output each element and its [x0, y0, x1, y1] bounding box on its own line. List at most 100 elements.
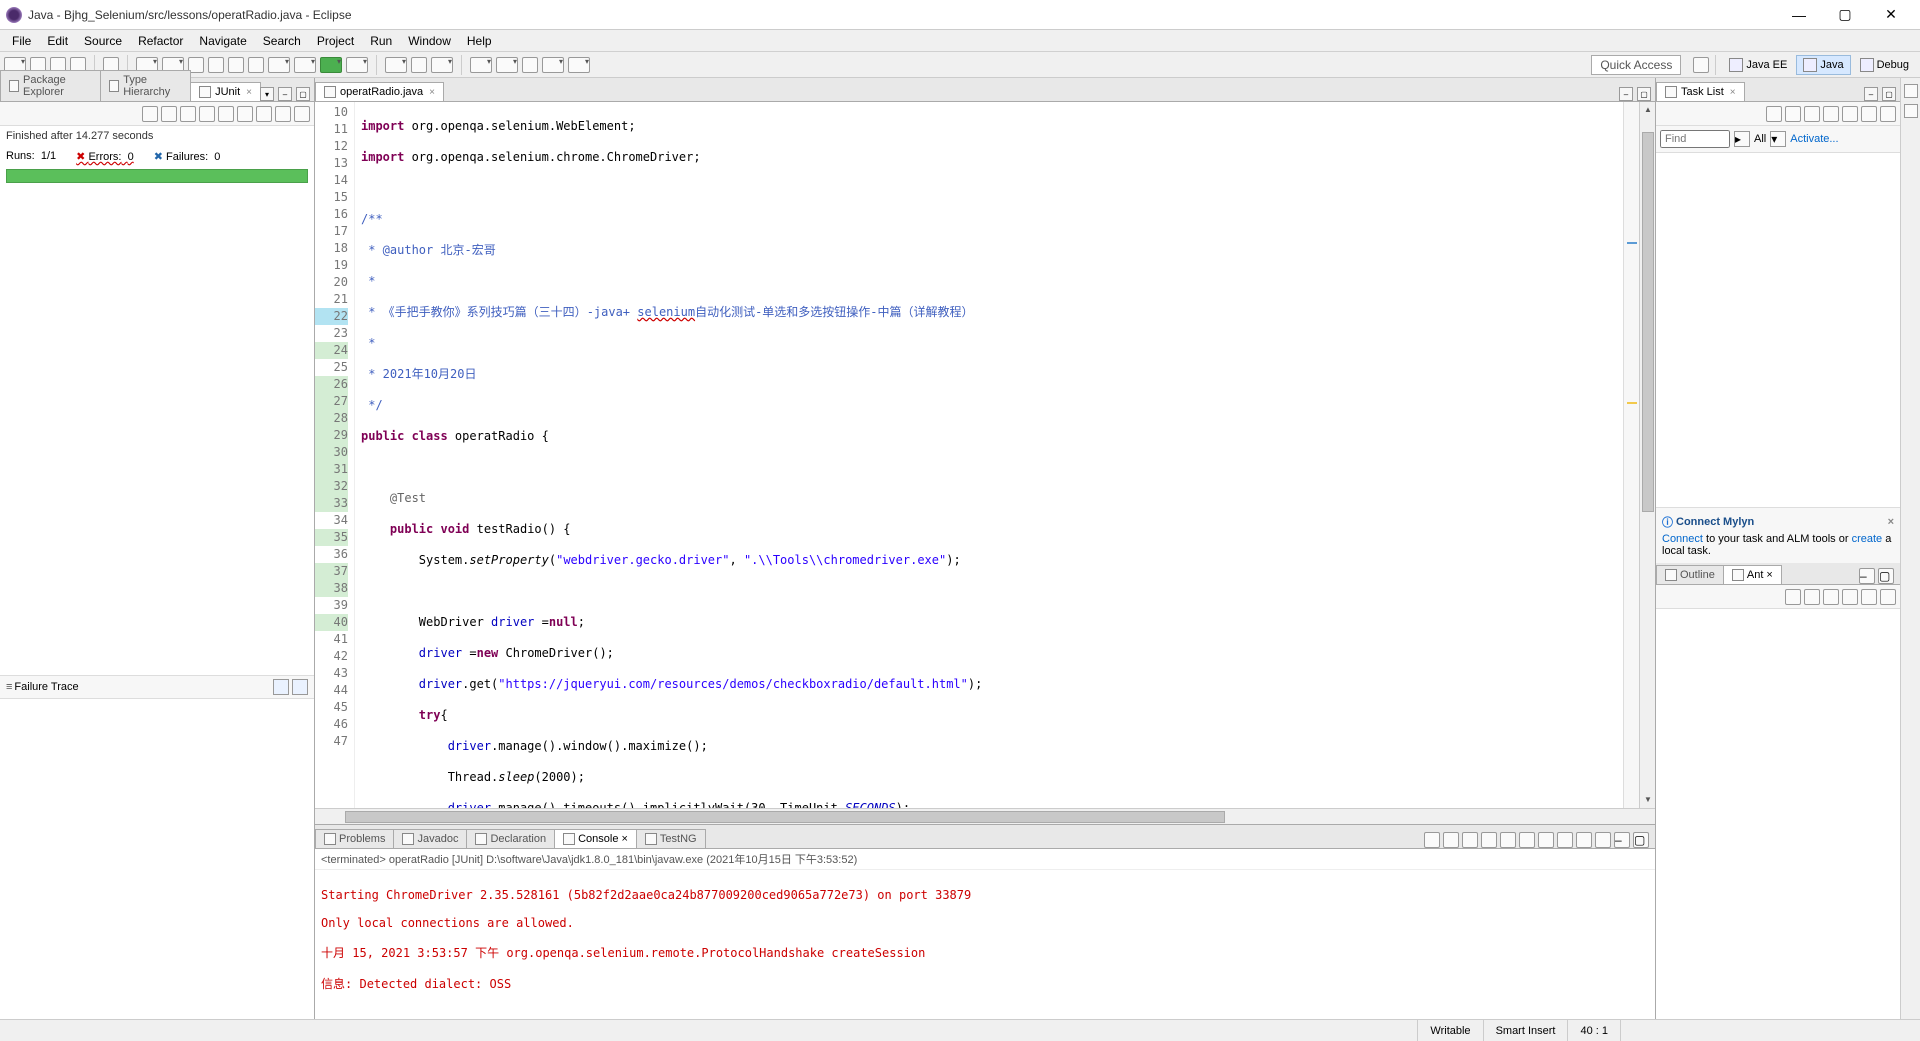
- editor-hscroll[interactable]: [315, 808, 1655, 824]
- ant-run-icon[interactable]: [1842, 589, 1858, 605]
- resume-icon[interactable]: [268, 57, 290, 73]
- filter-stack-icon[interactable]: [292, 679, 308, 695]
- forward-icon[interactable]: [568, 57, 590, 73]
- tab-tasklist[interactable]: Task List×: [1656, 82, 1745, 101]
- menu-source[interactable]: Source: [76, 32, 130, 50]
- stepinto-icon[interactable]: [228, 57, 244, 73]
- close-icon[interactable]: ×: [246, 87, 252, 98]
- task-sched-icon[interactable]: [1804, 106, 1820, 122]
- tab-outline[interactable]: Outline: [1656, 565, 1724, 584]
- annotation-prev-icon[interactable]: [470, 57, 492, 73]
- compare-icon[interactable]: [273, 679, 289, 695]
- terminate-icon[interactable]: [294, 57, 316, 73]
- console-scrolllock-icon[interactable]: [1500, 832, 1516, 848]
- close-console-icon[interactable]: ×: [621, 833, 627, 845]
- tab-package-explorer[interactable]: Package Explorer: [0, 70, 101, 101]
- console-new-icon[interactable]: [1595, 832, 1611, 848]
- ant-add-icon[interactable]: [1785, 589, 1801, 605]
- search-icon[interactable]: [431, 57, 453, 73]
- collapse-icon[interactable]: [275, 106, 291, 122]
- open-perspective-icon[interactable]: [1693, 57, 1709, 73]
- task-new-icon[interactable]: [1766, 106, 1782, 122]
- close-tab-icon[interactable]: ×: [429, 87, 435, 98]
- run-last-icon[interactable]: [346, 57, 368, 73]
- console-wordwrap-icon[interactable]: [1519, 832, 1535, 848]
- console-pin-icon[interactable]: [1538, 832, 1554, 848]
- mylyn-close-icon[interactable]: ×: [1888, 516, 1894, 528]
- perspective-debug[interactable]: Debug: [1853, 55, 1916, 75]
- layout-icon[interactable]: [294, 106, 310, 122]
- last-edit-icon[interactable]: [522, 57, 538, 73]
- close-ant-icon[interactable]: ×: [1766, 569, 1772, 581]
- tab-problems[interactable]: Problems: [315, 829, 394, 848]
- task-focus-icon[interactable]: [1823, 106, 1839, 122]
- history-icon[interactable]: [199, 106, 215, 122]
- task-collapse-icon[interactable]: [1861, 106, 1877, 122]
- find-go-icon[interactable]: ▸: [1734, 131, 1750, 147]
- console-open-icon[interactable]: [1576, 832, 1592, 848]
- console-clear-icon[interactable]: [1481, 832, 1497, 848]
- minimize-outline-icon[interactable]: –: [1859, 568, 1875, 584]
- view-menu-icon[interactable]: ▾: [260, 87, 274, 101]
- open-type-icon[interactable]: [385, 57, 407, 73]
- open-task-icon[interactable]: [411, 57, 427, 73]
- maximize-view-icon[interactable]: ▢: [296, 87, 310, 101]
- minimize-console-icon[interactable]: –: [1614, 832, 1630, 848]
- console-display-icon[interactable]: [1557, 832, 1573, 848]
- quick-access[interactable]: Quick Access: [1591, 55, 1681, 75]
- menu-project[interactable]: Project: [309, 32, 362, 50]
- close-button[interactable]: ✕: [1868, 0, 1914, 30]
- ant-removeall-icon[interactable]: [1880, 589, 1896, 605]
- stepover-icon[interactable]: [208, 57, 224, 73]
- console-removeall-icon[interactable]: [1462, 832, 1478, 848]
- maximize-console-icon[interactable]: ▢: [1633, 832, 1649, 848]
- ant-hide-icon[interactable]: [1823, 589, 1839, 605]
- annotation-next-icon[interactable]: [496, 57, 518, 73]
- run-icon[interactable]: [320, 57, 342, 73]
- find-drop-icon[interactable]: ▾: [1770, 131, 1786, 147]
- ant-search-icon[interactable]: [1804, 589, 1820, 605]
- menu-navigate[interactable]: Navigate: [191, 32, 254, 50]
- tab-testng[interactable]: TestNG: [636, 829, 706, 848]
- menu-search[interactable]: Search: [255, 32, 309, 50]
- maximize-editor-icon[interactable]: ▢: [1637, 87, 1651, 101]
- tab-type-hierarchy[interactable]: Type Hierarchy: [100, 70, 191, 101]
- menu-file[interactable]: File: [4, 32, 39, 50]
- task-sync-icon[interactable]: [1842, 106, 1858, 122]
- task-cat-icon[interactable]: [1785, 106, 1801, 122]
- scroll-icon[interactable]: [237, 106, 253, 122]
- trim-icon-1[interactable]: [1904, 84, 1918, 98]
- tab-operatradio[interactable]: operatRadio.java×: [315, 82, 444, 101]
- minimize-button[interactable]: —: [1776, 0, 1822, 30]
- rerun-icon[interactable]: [142, 106, 158, 122]
- tab-ant[interactable]: Ant×: [1723, 565, 1782, 584]
- menu-refactor[interactable]: Refactor: [130, 32, 191, 50]
- overview-ruler[interactable]: [1623, 102, 1639, 808]
- code-body[interactable]: import org.openqa.selenium.WebElement; i…: [355, 102, 1623, 808]
- task-find-input[interactable]: [1660, 130, 1730, 148]
- minimize-editor-icon[interactable]: –: [1619, 87, 1633, 101]
- menu-window[interactable]: Window: [400, 32, 459, 50]
- menu-edit[interactable]: Edit: [39, 32, 76, 50]
- console-output[interactable]: Starting ChromeDriver 2.35.528161 (5b82f…: [315, 870, 1655, 1019]
- maximize-outline-icon[interactable]: ▢: [1878, 568, 1894, 584]
- pin-icon[interactable]: [218, 106, 234, 122]
- menu-help[interactable]: Help: [459, 32, 500, 50]
- stepreturn-icon[interactable]: [248, 57, 264, 73]
- console-remove-icon[interactable]: [1443, 832, 1459, 848]
- tab-declaration[interactable]: Declaration: [466, 829, 555, 848]
- perspective-javaee[interactable]: Java EE: [1722, 55, 1794, 75]
- perspective-java[interactable]: Java: [1796, 55, 1850, 75]
- back-icon[interactable]: [542, 57, 564, 73]
- trim-icon-2[interactable]: [1904, 104, 1918, 118]
- maximize-button[interactable]: ▢: [1822, 0, 1868, 30]
- tab-junit[interactable]: JUnit×: [190, 82, 261, 101]
- tab-console[interactable]: Console×: [554, 829, 637, 848]
- editor-vscroll[interactable]: ▲ ▼: [1639, 102, 1655, 808]
- rerun-failed-icon[interactable]: [161, 106, 177, 122]
- minimize-task-icon[interactable]: –: [1864, 87, 1878, 101]
- maximize-task-icon[interactable]: ▢: [1882, 87, 1896, 101]
- tab-javadoc[interactable]: Javadoc: [393, 829, 467, 848]
- minimize-view-icon[interactable]: –: [278, 87, 292, 101]
- mylyn-connect-link[interactable]: Connect: [1662, 533, 1703, 545]
